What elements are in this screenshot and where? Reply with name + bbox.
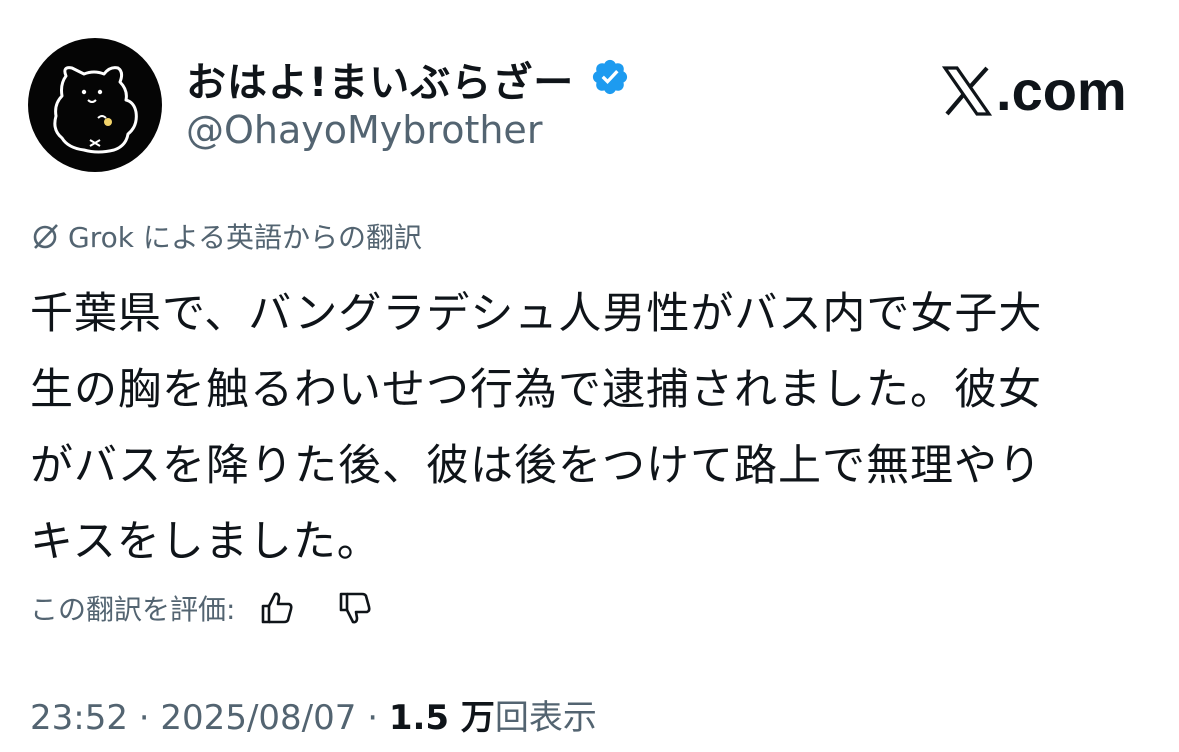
tweet-date[interactable]: 2025/08/07 [160,698,356,738]
tweet-text-line: キスをしました。 [30,517,381,567]
tweet-text-line: 生の胸を触るわいせつ行為で逮捕されました。彼女 [30,365,1042,415]
x-logo-icon [942,65,992,116]
thumbs-up-icon[interactable] [257,588,297,628]
brand-text: com [1011,59,1127,122]
meta-separator: · [127,698,161,738]
tweet-card: おはよ!まいぶらざー @OhayoMybrother . com Grok によ… [0,0,1179,752]
display-name[interactable]: おはよ!まいぶらざー [186,50,574,108]
x-com-brand: . com [942,58,1127,123]
thumbs-down-icon[interactable] [335,588,375,628]
tweet-text: 千葉県で、バングラデシュ人男性がバス内で女子大 生の胸を触るわいせつ行為で逮捕さ… [30,276,1150,580]
grok-translate-icon [33,224,58,249]
tweet-meta: 23:52 · 2025/08/07 · 1.5 万回表示 [30,690,597,739]
tweet-text-line: がバスを降りた後、彼は後をつけて路上で無理やり [30,441,1042,491]
translation-note[interactable]: Grok による英語からの翻訳 [30,216,422,256]
rate-translation-row: この翻訳を評価: [30,588,375,628]
tweet-text-line: 千葉県で、バングラデシュ人男性がバス内で女子大 [30,289,1043,339]
user-handle[interactable]: @OhayoMybrother [186,108,542,152]
brand-dot: . [996,59,1012,122]
rate-translation-label: この翻訳を評価: [30,593,236,626]
meta-separator: · [356,698,389,738]
views-count[interactable]: 1.5 万 [389,698,495,738]
verified-badge-icon [592,59,628,95]
avatar[interactable] [28,38,162,172]
views-label: 回表示 [494,698,597,738]
avatar-cat-drawing-icon [53,66,138,154]
tweet-time[interactable]: 23:52 [30,698,128,738]
translation-note-text: Grok による英語からの翻訳 [68,221,423,254]
